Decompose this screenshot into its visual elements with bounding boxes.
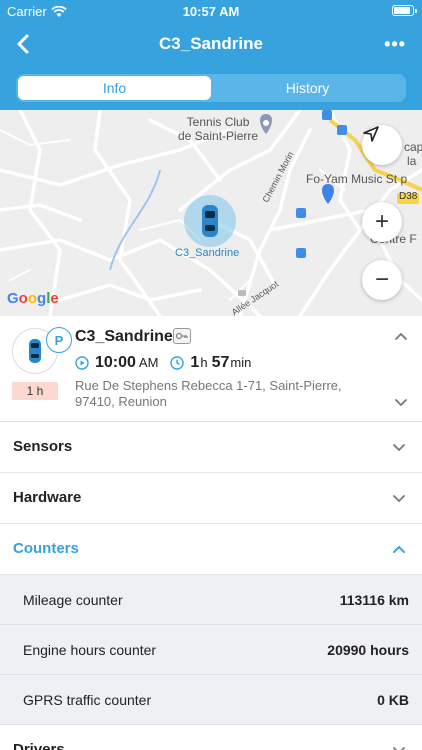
duration-badge: 1 h [12, 382, 58, 400]
section-drivers[interactable]: Drivers [0, 725, 422, 750]
section-counters[interactable]: Counters [0, 524, 422, 575]
chevron-down-icon [393, 444, 405, 452]
map-label-cap: cap [404, 140, 422, 154]
locate-button[interactable] [362, 125, 402, 165]
elapsed-minutes: 57 [211, 354, 230, 371]
counter-label: GPRS traffic counter [23, 692, 152, 708]
vehicle-address: Rue De Stephens Rebecca 1-71, Saint-Pier… [75, 378, 342, 409]
google-logo: Google [7, 290, 59, 307]
car-icon [29, 339, 41, 363]
page-title: C3_Sandrine [159, 34, 263, 53]
nav-bar: C3_Sandrine ••• [0, 22, 422, 66]
section-sensors[interactable]: Sensors [0, 422, 422, 473]
chevron-up-icon[interactable] [394, 329, 408, 343]
key-icon [173, 328, 191, 344]
section-hardware-label: Hardware [13, 489, 82, 506]
navigation-arrow-icon [363, 126, 379, 142]
parking-badge: P [46, 327, 72, 353]
map-label-d38: D38 [399, 191, 418, 202]
map-view[interactable]: Tennis Club de Saint-Pierre Fo-Yam Music… [0, 110, 422, 316]
map-label-tennis: Tennis Club de Saint-Pierre [178, 115, 259, 143]
play-circle-icon [75, 356, 89, 370]
vehicle-map-label: C3_Sandrine [175, 247, 240, 259]
status-bar: Carrier 10:57 AM [0, 0, 422, 22]
section-drivers-label: Drivers [13, 741, 65, 750]
more-options-icon[interactable]: ••• [384, 34, 406, 55]
start-ampm: AM [138, 355, 159, 370]
start-time: 10:00 [95, 354, 136, 371]
elapsed-hours: 1 [190, 354, 200, 371]
chevron-down-icon[interactable] [394, 395, 408, 409]
section-counters-label: Counters [13, 540, 79, 557]
elapsed-hours-unit: h [200, 355, 208, 370]
clock: 10:57 AM [182, 4, 240, 19]
section-sensors-label: Sensors [13, 438, 73, 455]
counter-row-mileage: Mileage counter 113116 km [0, 575, 422, 625]
counter-label: Mileage counter [23, 592, 123, 608]
counter-value: 113116 km [339, 592, 409, 608]
chevron-down-icon [393, 747, 405, 750]
tab-info[interactable]: Info [18, 76, 211, 100]
section-hardware[interactable]: Hardware [0, 473, 422, 524]
map-label-la: la [407, 154, 417, 168]
zoom-in-button[interactable]: + [362, 202, 402, 242]
vehicle-name: C3_Sandrine [75, 328, 173, 345]
counter-row-engine-hours: Engine hours counter 20990 hours [0, 625, 422, 675]
tab-history[interactable]: History [211, 76, 404, 100]
zoom-out-button[interactable]: − [362, 260, 402, 300]
counter-value: 0 KB [377, 692, 409, 708]
header: Carrier 10:57 AM C3_Sandrine ••• Info Hi… [0, 0, 422, 110]
trip-time-row: 10:00 AM 1 h 57 min [75, 354, 251, 372]
counter-row-gprs: GPRS traffic counter 0 KB [0, 675, 422, 725]
vehicle-summary[interactable]: P 1 h C3_Sandrine 10:00 AM 1 h 57 min Ru… [0, 316, 422, 422]
chevron-up-icon [393, 545, 405, 553]
counter-value: 20990 hours [327, 642, 409, 658]
clock-icon [170, 356, 185, 370]
segmented-control: Info History [16, 74, 406, 102]
chevron-down-icon [393, 495, 405, 503]
counter-label: Engine hours counter [23, 642, 157, 658]
battery-icon [392, 5, 417, 16]
map-label-foyam: Fo-Yam Music St p [306, 172, 408, 186]
elapsed-minutes-unit: min [230, 355, 252, 370]
